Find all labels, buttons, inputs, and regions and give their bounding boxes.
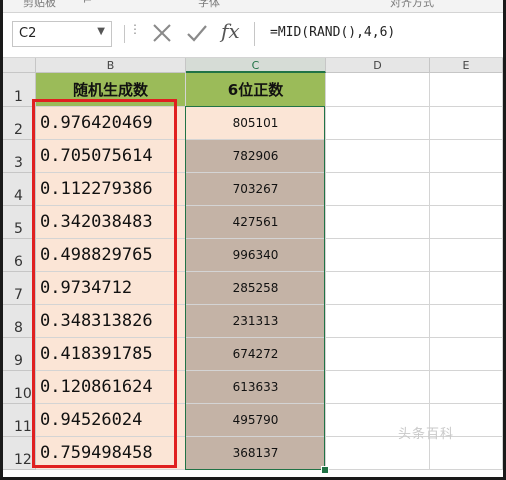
cell-b3[interactable]: 0.705075614 xyxy=(36,140,186,173)
row-header-9[interactable]: 9 xyxy=(3,338,36,371)
cell-b1-header[interactable]: 随机生成数 xyxy=(36,73,186,107)
cell-d9[interactable] xyxy=(326,338,430,371)
row-header-12[interactable]: 12 xyxy=(3,437,36,470)
fill-handle[interactable] xyxy=(321,466,329,474)
cell-d6[interactable] xyxy=(326,239,430,272)
column-header-d[interactable]: D xyxy=(326,58,430,73)
cell-b4[interactable]: 0.112279386 xyxy=(36,173,186,206)
cell-e9[interactable] xyxy=(430,338,503,371)
formula-input[interactable]: =MID(RAND(),4,6) xyxy=(270,25,395,40)
cell-b12[interactable]: 0.759498458 xyxy=(36,437,186,470)
cell-b7[interactable]: 0.9734712 xyxy=(36,272,186,305)
name-box[interactable]: C2 ▼ xyxy=(12,21,112,47)
cell-e3[interactable] xyxy=(430,140,503,173)
name-box-value[interactable]: C2 xyxy=(19,26,36,41)
formula-bar: C2 ▼ ⋮ fx =MID(RAND(),4,6) xyxy=(3,13,503,58)
cell-b9[interactable]: 0.418391785 xyxy=(36,338,186,371)
enter-icon[interactable] xyxy=(186,22,208,44)
column-header-e[interactable]: E xyxy=(430,58,503,73)
cell-c5[interactable]: 427561 xyxy=(186,206,326,239)
row-header-4[interactable]: 4 xyxy=(3,173,36,206)
function-icon[interactable]: fx xyxy=(221,19,240,43)
ribbon-strip: 剪贴板 ⌐ 字体 对齐方式 xyxy=(3,0,503,13)
row-header-10[interactable]: 10 xyxy=(3,371,36,404)
row-header-1[interactable]: 1 xyxy=(3,73,36,107)
ribbon-group-font[interactable]: 字体 xyxy=(198,0,220,10)
cell-b10[interactable]: 0.120861624 xyxy=(36,371,186,404)
cell-e5[interactable] xyxy=(430,206,503,239)
ribbon-group-clipboard[interactable]: 剪贴板 xyxy=(23,0,56,10)
row-header-11[interactable]: 11 xyxy=(3,404,36,437)
column-header-b[interactable]: B xyxy=(36,58,186,73)
cell-c4[interactable]: 703267 xyxy=(186,173,326,206)
cell-d3[interactable] xyxy=(326,140,430,173)
ribbon-divider: ⌐ xyxy=(83,0,93,7)
cell-c6[interactable]: 996340 xyxy=(186,239,326,272)
cell-e10[interactable] xyxy=(430,371,503,404)
row-header-8[interactable]: 8 xyxy=(3,305,36,338)
cell-e2[interactable] xyxy=(430,107,503,140)
cell-c2[interactable]: 805101 xyxy=(186,107,326,140)
cell-c7[interactable]: 285258 xyxy=(186,272,326,305)
cell-c11[interactable]: 495790 xyxy=(186,404,326,437)
cell-c9[interactable]: 674272 xyxy=(186,338,326,371)
cell-e6[interactable] xyxy=(430,239,503,272)
cell-c12[interactable]: 368137 xyxy=(186,437,326,470)
drag-handle-icon[interactable]: ⋮ xyxy=(129,22,141,36)
cell-e1[interactable] xyxy=(430,73,503,107)
row-header-6[interactable]: 6 xyxy=(3,239,36,272)
row-header-5[interactable]: 5 xyxy=(3,206,36,239)
cell-b11[interactable]: 0.94526024 xyxy=(36,404,186,437)
watermark: 头条百科 xyxy=(398,427,455,442)
select-all-corner[interactable] xyxy=(3,58,36,73)
cell-e4[interactable] xyxy=(430,173,503,206)
cell-d5[interactable] xyxy=(326,206,430,239)
cell-e7[interactable] xyxy=(430,272,503,305)
formula-bar-divider xyxy=(254,22,255,46)
ribbon-group-alignment[interactable]: 对齐方式 xyxy=(390,0,434,10)
cell-c10[interactable]: 613633 xyxy=(186,371,326,404)
row-header-2[interactable]: 2 xyxy=(3,107,36,140)
row-header-3[interactable]: 3 xyxy=(3,140,36,173)
cell-d7[interactable] xyxy=(326,272,430,305)
cell-b6[interactable]: 0.498829765 xyxy=(36,239,186,272)
cell-b8[interactable]: 0.348313826 xyxy=(36,305,186,338)
cell-d1[interactable] xyxy=(326,73,430,107)
cell-d2[interactable] xyxy=(326,107,430,140)
cell-b5[interactable]: 0.342038483 xyxy=(36,206,186,239)
cell-d8[interactable] xyxy=(326,305,430,338)
row-header-7[interactable]: 7 xyxy=(3,272,36,305)
cancel-icon[interactable] xyxy=(151,22,173,44)
cell-c8[interactable]: 231313 xyxy=(186,305,326,338)
chevron-down-icon[interactable]: ▼ xyxy=(97,26,105,37)
cell-c1-header[interactable]: 6位正数 xyxy=(186,73,326,107)
cell-e8[interactable] xyxy=(430,305,503,338)
cell-c3[interactable]: 782906 xyxy=(186,140,326,173)
formula-bar-divider xyxy=(124,25,125,43)
cell-d10[interactable] xyxy=(326,371,430,404)
cell-d4[interactable] xyxy=(326,173,430,206)
cell-b2[interactable]: 0.976420469 xyxy=(36,107,186,140)
column-header-c[interactable]: C xyxy=(186,58,326,73)
